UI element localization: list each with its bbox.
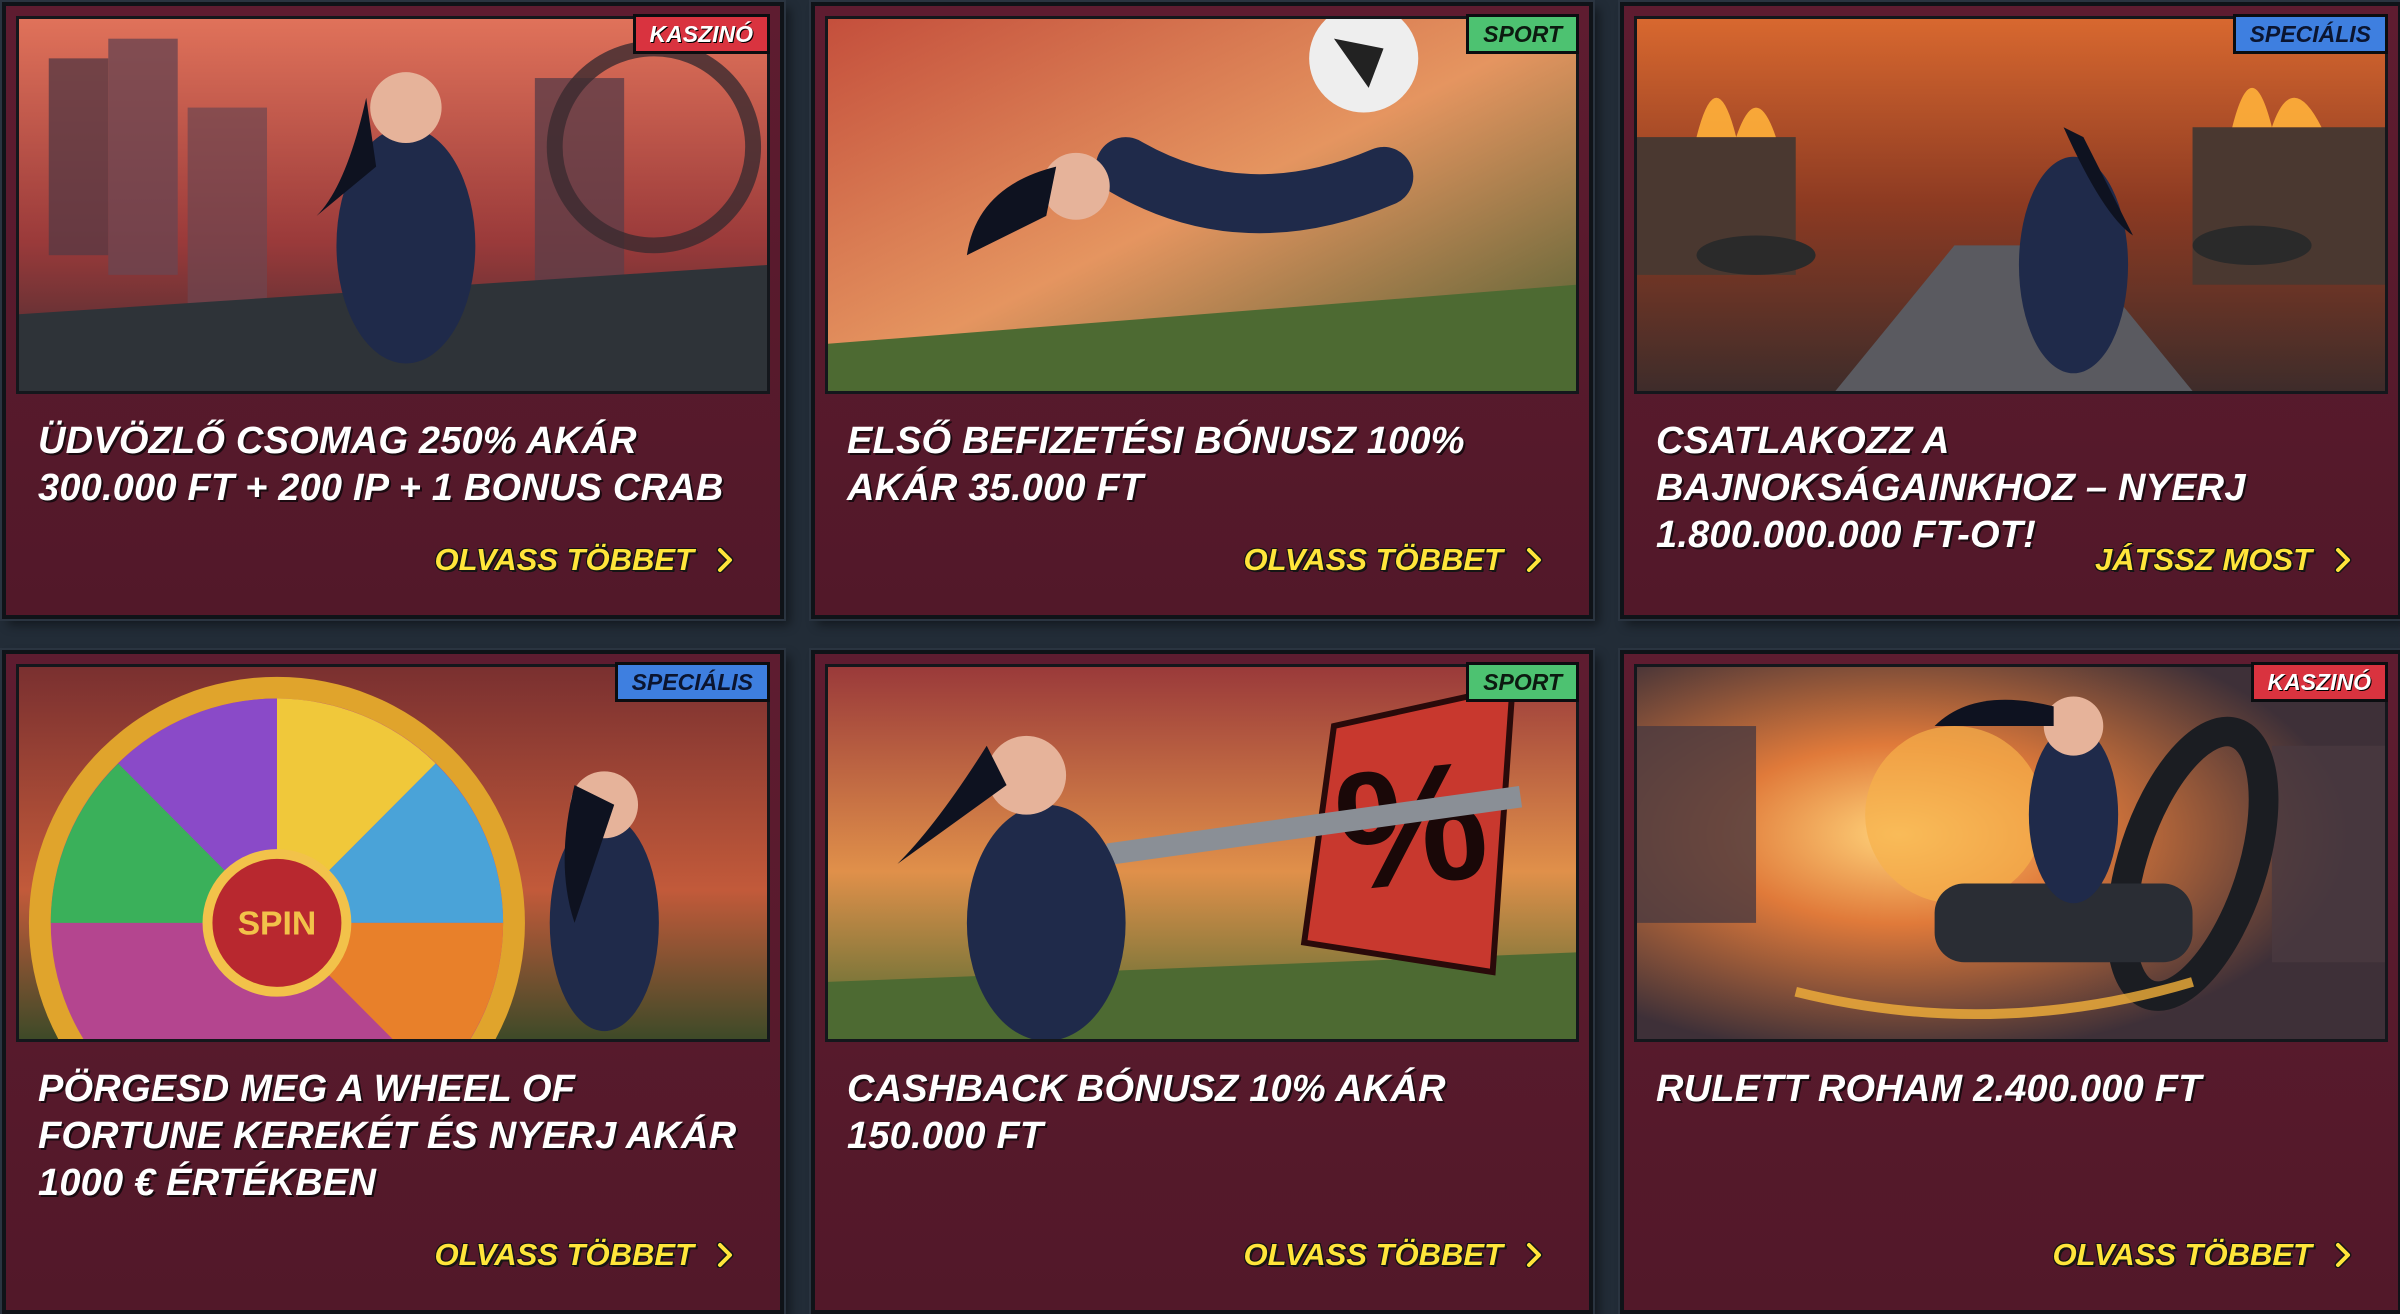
promo-image[interactable] [16,16,770,394]
play-now-link[interactable]: JÁTSSZ MOST [2095,542,2356,578]
promotions-grid: KASZINÓ ÜDVÖZLŐ CSOMAG 250% AKÁR 300.000… [0,0,2400,1314]
promo-card[interactable]: SPORT ELSŐ BEFIZETÉSI BÓNUSZ 100% AKÁR 3… [811,2,1593,619]
ninja-percent-sign-illustration: % [828,667,1576,1039]
ninja-rooftop-illustration [19,19,767,391]
cta-label: JÁTSSZ MOST [2094,542,2312,577]
read-more-link[interactable]: OLVASS TÖBBET [1243,1237,1547,1273]
read-more-link[interactable]: OLVASS TÖBBET [1243,542,1547,578]
promo-image[interactable] [825,16,1579,394]
promo-card[interactable]: KASZINÓ ÜDVÖZLŐ CSOMAG 250% AKÁR 300.000… [2,2,784,619]
cta-label: OLVASS TÖBBET [1243,1237,1503,1272]
read-more-link[interactable]: OLVASS TÖBBET [2052,1237,2356,1273]
promo-card[interactable]: % SPORT CASHBACK BÓNUSZ 10% AKÁR 150.000… [811,650,1593,1314]
promo-image[interactable]: SPIN [16,664,770,1042]
wheel-of-fortune-illustration: SPIN [19,667,767,1039]
promo-title: CSATLAKOZZ A BAJNOKSÁGAINKHOZ – NYERJ 1.… [1656,420,2246,556]
chevron-right-icon [716,547,734,573]
promo-image[interactable] [1634,664,2388,1042]
promo-image[interactable] [1634,16,2388,394]
category-badge: SPECIÁLIS [2232,14,2388,54]
read-more-link[interactable]: OLVASS TÖBBET [434,1237,738,1273]
read-more-link[interactable]: OLVASS TÖBBET [434,542,738,578]
ninja-fire-street-illustration [1637,19,2385,391]
spin-label: SPIN [238,906,317,943]
ninja-motorcycle-illustration [1637,667,2385,1039]
promo-card[interactable]: SPIN SPECIÁLIS PÖRGESD MEG A WHEEL OF FO… [2,650,784,1314]
promo-title: RULETT ROHAM 2.400.000 FT [1656,1068,2202,1110]
promo-title: CASHBACK BÓNUSZ 10% AKÁR 150.000 FT [847,1068,1446,1157]
promo-image[interactable]: % [825,664,1579,1042]
cta-label: OLVASS TÖBBET [2052,1237,2312,1272]
promo-card[interactable]: SPECIÁLIS CSATLAKOZZ A BAJNOKSÁGAINKHOZ … [1620,2,2400,619]
cta-label: OLVASS TÖBBET [434,1237,694,1272]
promo-card[interactable]: KASZINÓ RULETT ROHAM 2.400.000 FT OLVASS… [1620,650,2400,1314]
chevron-right-icon [2334,1242,2352,1268]
chevron-right-icon [1525,1242,1543,1268]
ninja-football-kick-illustration [828,19,1576,391]
category-badge: KASZINÓ [2250,662,2388,702]
promo-title: ELSŐ BEFIZETÉSI BÓNUSZ 100% AKÁR 35.000 … [847,420,1465,509]
promo-title: ÜDVÖZLŐ CSOMAG 250% AKÁR 300.000 FT + 20… [38,420,724,509]
category-badge: SPORT [1466,662,1579,702]
chevron-right-icon [716,1242,734,1268]
category-badge: KASZINÓ [632,14,770,54]
category-badge: SPORT [1466,14,1579,54]
category-badge: SPECIÁLIS [614,662,770,702]
cta-label: OLVASS TÖBBET [1243,542,1503,577]
promo-title: PÖRGESD MEG A WHEEL OF FORTUNE KEREKÉT É… [38,1068,737,1204]
chevron-right-icon [2334,547,2352,573]
chevron-right-icon [1525,547,1543,573]
cta-label: OLVASS TÖBBET [434,542,694,577]
